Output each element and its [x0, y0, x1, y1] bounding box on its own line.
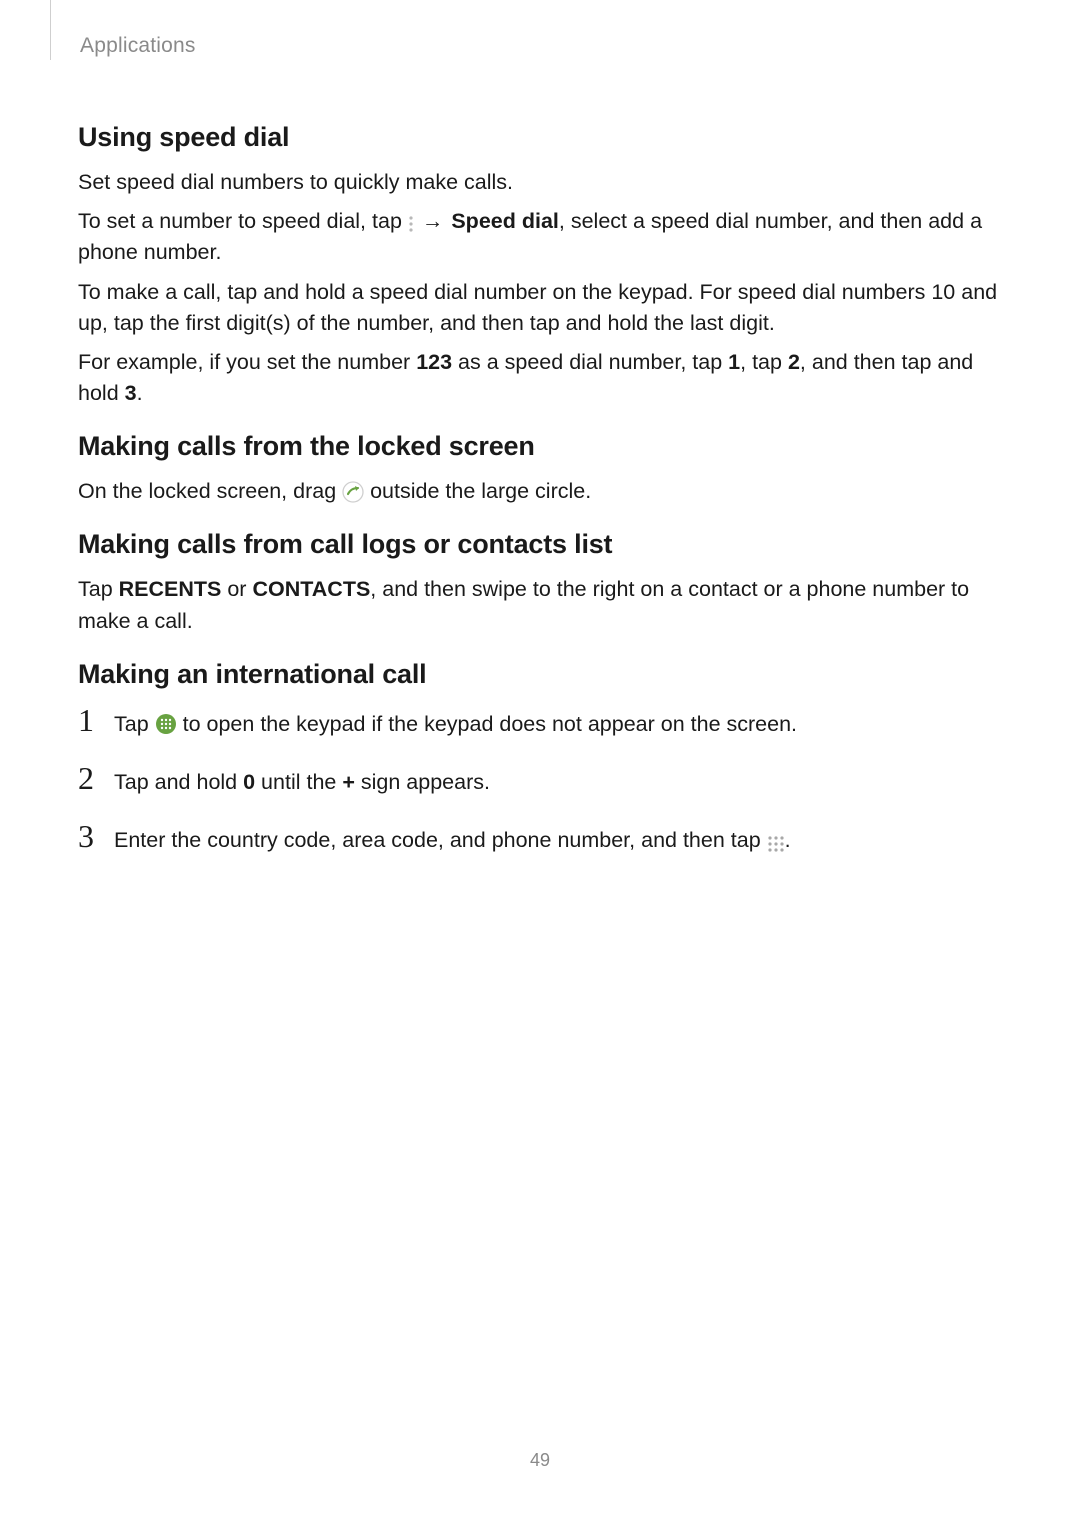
text-bold-speed-dial: Speed dial [451, 209, 559, 233]
text-bold-1: 1 [728, 350, 740, 374]
heading-call-logs: Making calls from call logs or contacts … [78, 529, 1002, 560]
step-number-2: 2 [78, 762, 114, 794]
text-fragment: until the [255, 770, 342, 794]
page-number: 49 [0, 1450, 1080, 1471]
text-bold-0: 0 [243, 770, 255, 794]
arrow-icon: → [420, 206, 446, 237]
text-bold-3: 3 [125, 381, 137, 405]
text-fragment: Enter the country code, area code, and p… [114, 828, 767, 852]
text-bold-123: 123 [416, 350, 452, 374]
para-speed-dial-intro: Set speed dial numbers to quickly make c… [78, 167, 1002, 198]
text-bold-2: 2 [788, 350, 800, 374]
list-item: 1 Tap to open the keypad if the keypad d… [78, 704, 1002, 740]
content-area: Using speed dial Set speed dial numbers … [78, 100, 1002, 878]
heading-locked-screen: Making calls from the locked screen [78, 431, 1002, 462]
text-bold-contacts: CONTACTS [252, 577, 370, 601]
text-fragment: to open the keypad if the keypad does no… [177, 712, 797, 736]
text-fragment: For example, if you set the number [78, 350, 416, 374]
list-item: 2 Tap and hold 0 until the + sign appear… [78, 762, 1002, 798]
step-number-3: 3 [78, 820, 114, 852]
para-speed-dial-set: To set a number to speed dial, tap → Spe… [78, 206, 1002, 268]
text-fragment: Tap [78, 577, 119, 601]
chapter-header: Applications [80, 34, 196, 58]
text-fragment: , tap [740, 350, 788, 374]
heading-international-call: Making an international call [78, 659, 1002, 690]
para-speed-dial-example: For example, if you set the number 123 a… [78, 347, 1002, 409]
crop-mark [50, 0, 51, 60]
more-icon [408, 211, 414, 229]
text-fragment: or [221, 577, 252, 601]
text-fragment: On the locked screen, drag [78, 479, 342, 503]
list-item: 3 Enter the country code, area code, and… [78, 820, 1002, 856]
text-bold-plus: + [342, 770, 355, 794]
text-fragment: outside the large circle. [364, 479, 591, 503]
text-fragment: Tap and hold [114, 770, 243, 794]
ordered-steps: 1 Tap to open the keypad if the keypad d… [78, 704, 1002, 857]
para-call-logs: Tap RECENTS or CONTACTS, and then swipe … [78, 574, 1002, 636]
text-fragment: . [137, 381, 143, 405]
text-fragment: To set a number to speed dial, tap [78, 209, 408, 233]
text-fragment: as a speed dial number, tap [452, 350, 728, 374]
keypad-button-icon [155, 713, 177, 735]
text-bold-recents: RECENTS [119, 577, 222, 601]
para-locked-screen: On the locked screen, drag outside the l… [78, 476, 1002, 507]
phone-swipe-icon [342, 481, 364, 503]
heading-using-speed-dial: Using speed dial [78, 122, 1002, 153]
dial-grid-icon [767, 831, 785, 849]
para-speed-dial-use: To make a call, tap and hold a speed dia… [78, 277, 1002, 339]
step-number-1: 1 [78, 704, 114, 736]
text-fragment: . [785, 828, 791, 852]
text-fragment: Tap [114, 712, 155, 736]
text-fragment: sign appears. [355, 770, 490, 794]
